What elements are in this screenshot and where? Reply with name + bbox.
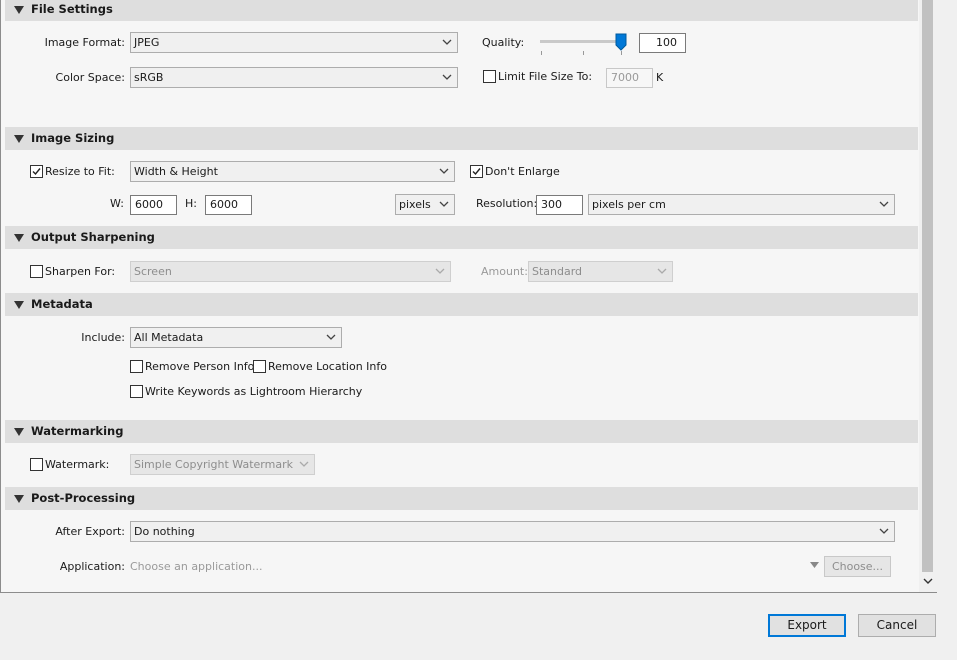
- scroll-down-arrow-icon[interactable]: [923, 577, 933, 585]
- sharpen-for-select[interactable]: Screen: [130, 261, 451, 282]
- dont-enlarge-label: Don't Enlarge: [485, 165, 560, 178]
- chevron-down-icon: [879, 201, 889, 207]
- slider-tick: [583, 51, 584, 55]
- caret-down-icon[interactable]: [810, 562, 819, 569]
- resize-to-fit-label: Resize to Fit:: [45, 165, 115, 178]
- after-export-label: After Export:: [55, 525, 125, 538]
- quality-slider-track[interactable]: [540, 40, 626, 43]
- section-title: Watermarking: [31, 424, 124, 438]
- image-format-select[interactable]: JPEG: [130, 32, 458, 53]
- chevron-down-icon: [657, 268, 667, 274]
- application-label: Application:: [59, 560, 125, 573]
- collapse-triangle-icon: [14, 301, 24, 309]
- section-title: Metadata: [31, 297, 93, 311]
- remove-person-info-checkbox[interactable]: [130, 360, 143, 373]
- section-title: Output Sharpening: [31, 230, 155, 244]
- image-format-label: Image Format:: [44, 36, 125, 49]
- height-input[interactable]: 6000: [205, 195, 252, 215]
- collapse-triangle-icon: [14, 6, 24, 14]
- amount-label: Amount:: [481, 265, 528, 278]
- collapse-triangle-icon: [14, 234, 24, 242]
- resolution-units-select[interactable]: pixels per cm: [588, 194, 895, 215]
- image-format-value: JPEG: [134, 36, 160, 49]
- section-title: Post-Processing: [31, 491, 136, 505]
- application-field[interactable]: Choose an application...: [130, 560, 262, 573]
- limit-file-size-checkbox[interactable]: [483, 70, 496, 83]
- chevron-down-icon: [442, 39, 452, 45]
- resize-mode-select[interactable]: Width & Height: [130, 161, 455, 182]
- resize-to-fit-checkbox[interactable]: [30, 165, 43, 178]
- amount-value: Standard: [532, 265, 583, 278]
- chevron-down-icon: [442, 74, 452, 80]
- chevron-down-icon: [879, 528, 889, 534]
- include-metadata-select[interactable]: All Metadata: [130, 327, 342, 348]
- write-keywords-checkbox[interactable]: [130, 385, 143, 398]
- width-input[interactable]: 6000: [130, 195, 177, 215]
- include-label: Include:: [81, 331, 125, 344]
- watermark-value: Simple Copyright Watermark: [134, 458, 293, 471]
- scrollbar-thumb[interactable]: [922, 0, 933, 572]
- export-settings-panel: File Settings Image Format: JPEG Quality…: [0, 0, 937, 593]
- height-label: H:: [185, 197, 197, 210]
- section-header-output-sharpening[interactable]: Output Sharpening: [5, 226, 918, 249]
- resize-mode-value: Width & Height: [134, 165, 218, 178]
- chevron-down-icon: [299, 461, 309, 467]
- section-header-image-sizing[interactable]: Image Sizing: [5, 127, 918, 150]
- vertical-scrollbar[interactable]: [919, 0, 937, 592]
- checkmark-icon: [32, 168, 41, 176]
- size-units-value: pixels: [399, 198, 431, 211]
- watermark-select[interactable]: Simple Copyright Watermark: [130, 454, 315, 475]
- after-export-value: Do nothing: [134, 525, 195, 538]
- collapse-triangle-icon: [14, 135, 24, 143]
- watermark-label: Watermark:: [45, 458, 110, 471]
- section-header-watermarking[interactable]: Watermarking: [5, 420, 918, 443]
- slider-tick: [621, 51, 622, 55]
- quality-label: Quality:: [482, 36, 525, 49]
- width-label: W:: [110, 197, 124, 210]
- resolution-label: Resolution:: [476, 197, 538, 210]
- section-header-metadata[interactable]: Metadata: [5, 293, 918, 316]
- chevron-down-icon: [435, 268, 445, 274]
- chevron-down-icon: [326, 334, 336, 340]
- slider-tick: [541, 51, 542, 55]
- quality-slider-thumb[interactable]: [615, 33, 627, 51]
- remove-location-info-label: Remove Location Info: [268, 360, 387, 373]
- remove-person-info-label: Remove Person Info: [145, 360, 255, 373]
- dont-enlarge-checkbox[interactable]: [470, 165, 483, 178]
- section-title: File Settings: [31, 2, 113, 16]
- section-title: Image Sizing: [31, 131, 115, 145]
- write-keywords-label: Write Keywords as Lightroom Hierarchy: [145, 385, 363, 398]
- chevron-down-icon: [439, 201, 449, 207]
- color-space-value: sRGB: [134, 71, 164, 84]
- quality-input[interactable]: 100: [639, 33, 686, 53]
- collapse-triangle-icon: [14, 495, 24, 503]
- remove-location-info-checkbox[interactable]: [253, 360, 266, 373]
- chevron-down-icon: [439, 168, 449, 174]
- collapse-triangle-icon: [14, 428, 24, 436]
- resolution-input[interactable]: 300: [536, 195, 583, 215]
- size-units-select[interactable]: pixels: [395, 194, 455, 215]
- checkmark-icon: [472, 168, 481, 176]
- choose-application-button[interactable]: Choose...: [824, 556, 891, 577]
- amount-select[interactable]: Standard: [528, 261, 673, 282]
- watermark-checkbox[interactable]: [30, 458, 43, 471]
- cancel-button[interactable]: Cancel: [858, 614, 936, 637]
- sharpen-for-value: Screen: [134, 265, 172, 278]
- section-header-post-processing[interactable]: Post-Processing: [5, 487, 918, 510]
- include-metadata-value: All Metadata: [134, 331, 204, 344]
- resolution-units-value: pixels per cm: [592, 198, 666, 211]
- limit-file-size-label: Limit File Size To:: [498, 70, 593, 83]
- section-header-file-settings[interactable]: File Settings: [5, 0, 918, 21]
- color-space-select[interactable]: sRGB: [130, 67, 458, 88]
- sharpen-for-checkbox[interactable]: [30, 265, 43, 278]
- limit-file-size-input[interactable]: 7000: [606, 68, 653, 88]
- sharpen-for-label: Sharpen For:: [45, 265, 116, 278]
- export-button[interactable]: Export: [768, 614, 846, 637]
- file-size-unit: K: [656, 71, 664, 84]
- after-export-select[interactable]: Do nothing: [130, 521, 895, 542]
- color-space-label: Color Space:: [55, 71, 125, 84]
